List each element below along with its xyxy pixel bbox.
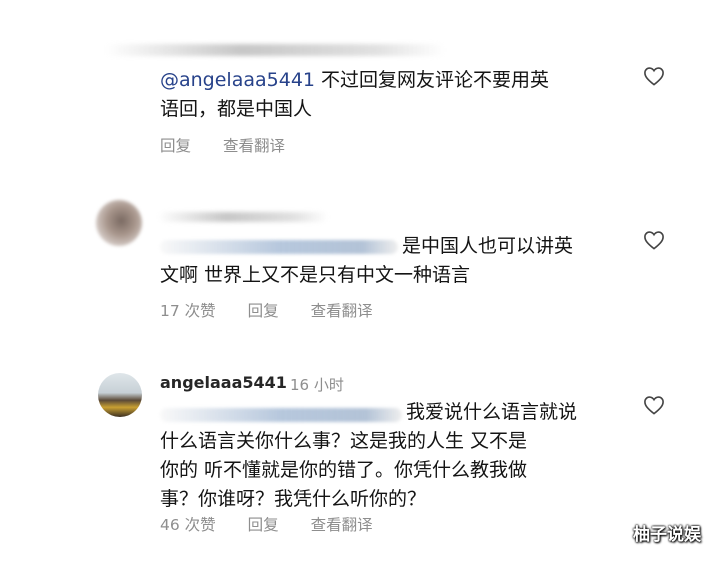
heart-icon[interactable] xyxy=(643,230,665,250)
blurred-username xyxy=(105,44,445,56)
timestamp: 16 小时 xyxy=(290,376,344,394)
comment-text: 是中国人也可以讲英 文啊 世界上又不是只有中文一种语言 xyxy=(160,235,574,286)
heart-icon[interactable] xyxy=(643,66,665,86)
blurred-username xyxy=(158,212,328,222)
comment-text: 我爱说什么语言就说 什么语言关你什么事？这是我的人生 又不是 你的 听不懂就是你… xyxy=(160,401,578,510)
watermark: 柚子说娱 xyxy=(633,525,701,545)
reply-button[interactable]: 回复 xyxy=(248,299,279,321)
comment-2: 是中国人也可以讲英 文啊 世界上又不是只有中文一种语言 17 次赞 回复 查看翻… xyxy=(0,190,709,340)
translate-button[interactable]: 查看翻译 xyxy=(223,134,285,156)
comment-text: @angelaaa5441 不过回复网友评论不要用英 语回，都是中国人 xyxy=(160,69,550,120)
translate-button[interactable]: 查看翻译 xyxy=(311,299,373,321)
comment-actions: 46 次赞 回复 查看翻译 xyxy=(160,513,373,535)
mention-link[interactable]: @angelaaa5441 xyxy=(160,69,315,91)
reply-button[interactable]: 回复 xyxy=(248,513,279,535)
heart-icon[interactable] xyxy=(643,395,665,415)
avatar[interactable] xyxy=(98,373,142,417)
avatar[interactable] xyxy=(96,200,142,246)
reply-button[interactable]: 回复 xyxy=(160,134,191,156)
comment-1: @angelaaa5441 不过回复网友评论不要用英 语回，都是中国人 回复 查… xyxy=(0,0,709,160)
like-count[interactable]: 46 次赞 xyxy=(160,513,216,535)
comment-actions: 17 次赞 回复 查看翻译 xyxy=(160,299,373,321)
like-count[interactable]: 17 次赞 xyxy=(160,299,216,321)
comment-actions: 回复 查看翻译 xyxy=(160,134,285,156)
comment-3: angelaaa5441 16 小时 我爱说什么语言就说 什么语言关你什么事？这… xyxy=(0,365,709,561)
translate-button[interactable]: 查看翻译 xyxy=(311,513,373,535)
username[interactable]: angelaaa5441 xyxy=(160,373,287,392)
